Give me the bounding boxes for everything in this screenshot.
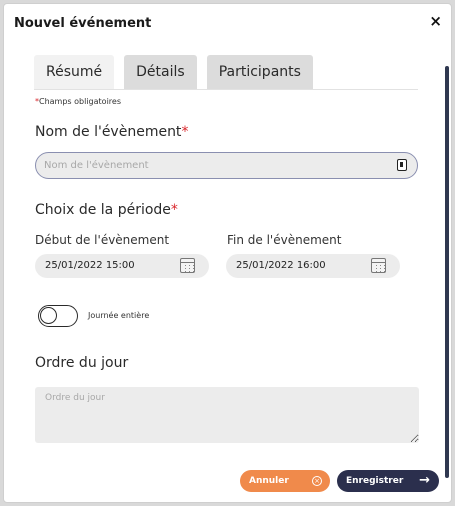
event-name-label-text: Nom de l'évènement [35,124,182,140]
tab-resume[interactable]: Résumé [34,55,115,89]
period-label: Choix de la période* [35,202,178,218]
save-button[interactable]: Enregistrer → [337,470,439,492]
end-date-field[interactable]: 25/01/2022 16:00 [226,254,400,278]
close-icon[interactable]: × [429,14,442,29]
calendar-icon[interactable] [371,258,386,273]
tab-details[interactable]: Détails [124,55,197,89]
end-date-label: Fin de l'évènement [227,233,342,247]
required-star: * [170,202,178,218]
cancel-button-label: Annuler [249,476,289,486]
save-button-label: Enregistrer [346,476,404,486]
arrow-right-icon: → [419,473,430,488]
toggle-knob [40,307,57,324]
new-event-dialog: Nouvel événement × Résumé Détails Partic… [3,3,452,503]
start-date-value: 25/01/2022 15:00 [45,260,135,271]
calendar-icon[interactable] [180,258,195,273]
required-star: * [181,124,189,140]
cancel-button[interactable]: Annuler × [240,470,330,492]
end-date-value: 25/01/2022 16:00 [236,260,326,271]
scrollbar[interactable] [445,66,449,478]
required-note-text: Champs obligatoires [39,97,121,106]
tab-bar: Résumé Détails Participants [34,55,313,89]
agenda-label: Ordre du jour [35,355,129,371]
field-info-icon [397,159,407,171]
start-date-label: Début de l'évènement [35,233,170,247]
start-date-field[interactable]: 25/01/2022 15:00 [35,254,209,278]
cancel-circle-icon: × [312,476,322,486]
dialog-title: Nouvel événement [14,16,152,31]
event-name-input[interactable] [35,152,418,179]
all-day-label: Journée entière [88,311,150,320]
all-day-toggle[interactable] [38,305,78,327]
tab-divider [34,89,418,90]
period-label-text: Choix de la période [35,202,171,218]
event-name-label: Nom de l'évènement* [35,124,188,140]
agenda-textarea[interactable] [35,387,419,443]
tab-participants[interactable]: Participants [206,55,313,89]
required-fields-note: *Champs obligatoires [35,97,121,106]
